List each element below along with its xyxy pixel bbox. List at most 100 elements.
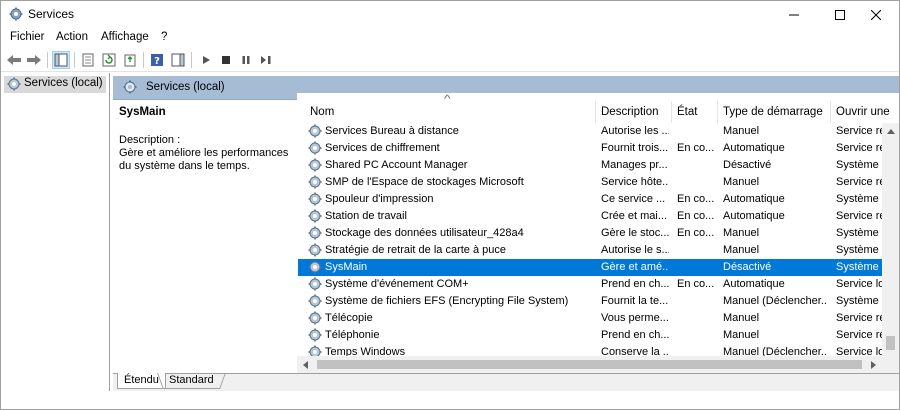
svg-text:?: ? — [154, 56, 160, 67]
cell-description: Manages pr... — [601, 159, 668, 171]
cell-startup-type: Automatique — [723, 210, 785, 222]
column-header-state[interactable]: État — [677, 106, 697, 118]
menu-fichier[interactable]: Fichier — [10, 31, 45, 43]
stop-icon[interactable] — [217, 51, 235, 69]
description-text: Gère et améliore les performances du sys… — [119, 147, 289, 172]
vertical-scrollbar[interactable] — [882, 123, 899, 373]
cell-description: Prend en ch... — [601, 278, 669, 290]
toolbar: ? — [1, 48, 899, 72]
tree-item-services-local[interactable]: Services (local) — [4, 76, 106, 93]
scroll-left-icon[interactable] — [297, 356, 314, 373]
table-row[interactable]: Système de fichiers EFS (Encrypting File… — [298, 293, 882, 310]
column-header-startup-type[interactable]: Type de démarrage — [723, 106, 823, 118]
cell-description: Vous perme... — [601, 312, 669, 324]
sort-ascending-icon: ^ — [444, 94, 451, 105]
properties-icon[interactable] — [79, 51, 97, 69]
back-arrow-icon[interactable] — [5, 51, 23, 69]
cell-state: En co... — [677, 227, 715, 239]
gear-icon — [308, 260, 322, 277]
scroll-up-icon[interactable] — [882, 123, 899, 140]
gear-icon — [308, 124, 322, 141]
gear-icon — [123, 80, 137, 97]
cell-logon: Système loc — [836, 159, 882, 171]
pause-icon[interactable] — [237, 51, 255, 69]
table-row[interactable]: Station de travail Crée et mai... En co...… — [298, 208, 882, 225]
column-header-description[interactable]: Description — [601, 106, 659, 118]
menu-action[interactable]: Action — [56, 31, 88, 43]
cell-state: En co... — [677, 278, 715, 290]
table-row[interactable]: SysMain Gère et amé... Désactivé Système lo… — [298, 259, 882, 276]
cell-name: Station de travail — [325, 210, 407, 222]
cell-logon: Service rése — [836, 125, 882, 137]
pane-header-title: Services (local) — [146, 81, 225, 93]
status-bar — [1, 391, 899, 409]
tree-item-label: Services (local) — [24, 77, 103, 89]
window-title: Services — [28, 7, 75, 21]
cell-startup-type: Manuel — [723, 227, 760, 239]
cell-startup-type: Automatique — [723, 278, 785, 290]
gear-icon — [308, 158, 322, 175]
column-header-logon[interactable]: Ouvrir une — [836, 106, 890, 118]
scroll-thumb[interactable] — [886, 336, 895, 350]
table-row[interactable]: Télécopie Vous perme... Manuel Service rése — [298, 310, 882, 327]
cell-name: Shared PC Account Manager — [325, 159, 468, 171]
show-hide-console-tree-icon[interactable] — [52, 51, 70, 69]
forward-arrow-icon[interactable] — [25, 51, 43, 69]
cell-startup-type: Manuel (Déclencher... — [723, 295, 828, 307]
close-button[interactable] — [853, 1, 899, 29]
cell-name: Système de fichiers EFS (Encrypting File… — [325, 295, 569, 307]
cell-logon: Système loc — [836, 244, 882, 256]
refresh-icon[interactable] — [100, 51, 118, 69]
services-pane: Services (local) SysMain Description : G… — [113, 73, 899, 409]
table-row[interactable]: Téléphonie Prend en ch... Manuel Service ré… — [298, 327, 882, 344]
table-row[interactable]: Shared PC Account Manager Manages pr... Dé… — [298, 157, 882, 174]
table-row[interactable]: Services Bureau à distance Autorise les .… — [298, 123, 882, 140]
restart-icon[interactable] — [257, 51, 275, 69]
cell-description: Crée et mai... — [601, 210, 668, 222]
services-list: ^ Nom Description État Type de démarrage… — [297, 93, 899, 373]
table-row[interactable]: Stratégie de retrait de la carte à puce A… — [298, 242, 882, 259]
cell-startup-type: Désactivé — [723, 261, 772, 273]
minimize-button[interactable] — [771, 1, 817, 29]
cell-logon: Service rése — [836, 210, 882, 222]
gear-icon — [9, 7, 23, 21]
gear-icon — [308, 209, 322, 226]
title-bar[interactable]: Services — [1, 1, 899, 29]
gear-icon — [308, 328, 322, 345]
gear-icon — [7, 77, 21, 94]
cell-description: Autorise les ... — [601, 125, 669, 137]
horizontal-scroll-thumb[interactable] — [317, 360, 862, 369]
menu-help[interactable]: ? — [161, 31, 167, 43]
cell-logon: Système loc — [836, 227, 882, 239]
service-details-panel: SysMain Description : Gère et améliore l… — [113, 100, 296, 372]
menu-affichage[interactable]: Affichage — [101, 31, 149, 43]
scroll-right-icon[interactable] — [865, 356, 882, 373]
table-row[interactable]: Spouleur d'impression Ce service ... En co… — [298, 191, 882, 208]
cell-startup-type: Automatique — [723, 142, 785, 154]
gear-icon — [308, 277, 322, 294]
cell-state: En co... — [677, 142, 715, 154]
export-list-icon[interactable] — [121, 51, 139, 69]
cell-description: Fournit la te... — [601, 295, 669, 307]
cell-name: Services Bureau à distance — [325, 125, 459, 137]
cell-name: Stratégie de retrait de la carte à puce — [325, 244, 506, 256]
table-row[interactable]: Système d'événement COM+ Prend en ch... En… — [298, 276, 882, 293]
cell-name: Stockage des données utilisateur_428a4 — [325, 227, 524, 239]
table-row[interactable]: SMP de l'Espace de stockages Microsoft Se… — [298, 174, 882, 191]
table-row[interactable]: Services de chiffrement Fournit trois... E… — [298, 140, 882, 157]
help-icon[interactable]: ? — [148, 51, 166, 69]
show-hide-action-pane-icon[interactable] — [169, 51, 187, 69]
gear-icon — [308, 226, 322, 243]
horizontal-scrollbar[interactable] — [297, 356, 899, 373]
cell-description: Ce service ... — [601, 193, 666, 205]
table-row[interactable]: Stockage des données utilisateur_428a4 Gè… — [298, 225, 882, 242]
service-title: SysMain — [119, 106, 166, 118]
play-icon[interactable] — [197, 51, 215, 69]
cell-startup-type: Manuel — [723, 312, 760, 324]
tab-standard[interactable]: Standard — [163, 373, 220, 389]
cell-description: Prend en ch... — [601, 329, 669, 341]
cell-description: Service hôte... — [601, 176, 669, 188]
cell-description: Gère et amé... — [601, 261, 669, 273]
column-header-name[interactable]: Nom — [310, 106, 334, 118]
services-window: Services Fichier Action Affichage ? ? Se… — [0, 0, 900, 410]
